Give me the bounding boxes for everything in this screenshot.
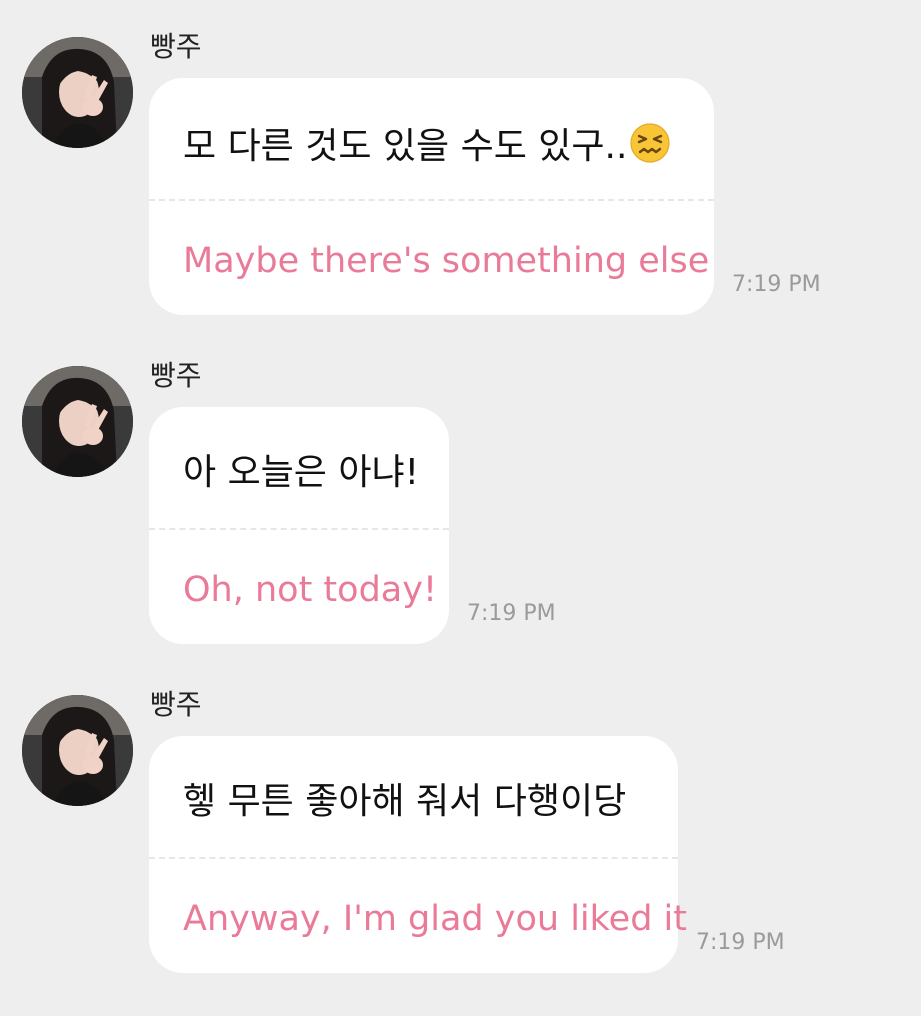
sender-name: 빵주 xyxy=(150,359,202,392)
chat-thread: 빵주 모 다른 것도 있을 수도 있구.. Maybe there's some… xyxy=(0,0,921,1016)
avatar[interactable] xyxy=(22,366,133,477)
sender-name: 빵주 xyxy=(150,30,202,63)
translated-message: Anyway, I'm glad you liked it xyxy=(183,899,687,939)
original-message: 아 오늘은 아냐! xyxy=(149,407,449,530)
original-message: 모 다른 것도 있을 수도 있구.. xyxy=(149,78,714,201)
message-bubble[interactable]: 모 다른 것도 있을 수도 있구.. Maybe there's somethi… xyxy=(149,78,714,315)
avatar[interactable] xyxy=(22,695,133,806)
message-bubble[interactable]: 아 오늘은 아냐! Oh, not today! xyxy=(149,407,449,644)
original-message: 헿 무튼 좋아해 줘서 다행이당 xyxy=(149,736,678,859)
translated-message: Maybe there's something else xyxy=(183,241,710,281)
sender-name: 빵주 xyxy=(150,688,202,721)
timestamp: 7:19 PM xyxy=(732,272,821,297)
timestamp: 7:19 PM xyxy=(696,930,785,955)
confounded-face-icon xyxy=(630,123,671,163)
message-bubble[interactable]: 헿 무튼 좋아해 줘서 다행이당 Anyway, I'm glad you li… xyxy=(149,736,687,973)
avatar[interactable] xyxy=(22,37,133,148)
timestamp: 7:19 PM xyxy=(467,601,556,626)
original-text: 모 다른 것도 있을 수도 있구.. xyxy=(183,126,628,167)
translated-message: Oh, not today! xyxy=(183,570,437,610)
